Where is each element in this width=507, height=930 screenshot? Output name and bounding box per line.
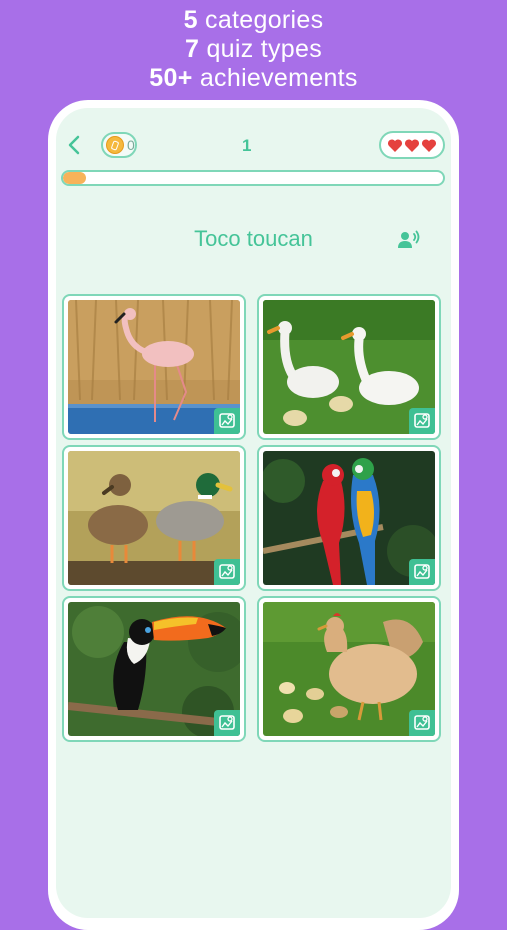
heart-icon <box>404 138 420 152</box>
promo-text: 5 categories 7 quiz types 50+ achievemen… <box>0 6 507 93</box>
answer-tile-geese[interactable] <box>257 294 441 440</box>
zoom-image-icon[interactable] <box>214 408 240 434</box>
coin-icon <box>106 136 124 154</box>
promo-line-categories: 5 categories <box>183 6 324 34</box>
promo-line-quiz-types: 7 quiz types <box>184 35 323 63</box>
back-arrow-icon[interactable] <box>64 134 84 156</box>
zoom-image-icon[interactable] <box>409 559 435 585</box>
lives-indicator <box>379 131 445 159</box>
answer-tile-flamingo[interactable] <box>62 294 246 440</box>
zoom-image-icon[interactable] <box>214 559 240 585</box>
speaker-icon[interactable] <box>397 229 421 251</box>
answer-tile-hen[interactable] <box>257 596 441 742</box>
answer-tile-toucan[interactable] <box>62 596 246 742</box>
answer-tile-ducks[interactable] <box>62 445 246 591</box>
zoom-image-icon[interactable] <box>214 710 240 736</box>
heart-icon <box>421 138 437 152</box>
coin-counter: 0 <box>101 132 137 158</box>
answer-tile-macaws[interactable] <box>257 445 441 591</box>
zoom-image-icon[interactable] <box>409 408 435 434</box>
progress-fill <box>63 172 86 184</box>
level-number: 1 <box>242 136 252 155</box>
question-title: Toco toucan <box>194 226 313 251</box>
quiz-progress-bar <box>61 170 445 186</box>
coin-count: 0 <box>127 137 135 153</box>
quiz-screen: 0 1 Toco toucan <box>56 108 451 918</box>
promo-line-achievements: 50+ achievements <box>149 64 358 92</box>
zoom-image-icon[interactable] <box>409 710 435 736</box>
heart-icon <box>387 138 403 152</box>
